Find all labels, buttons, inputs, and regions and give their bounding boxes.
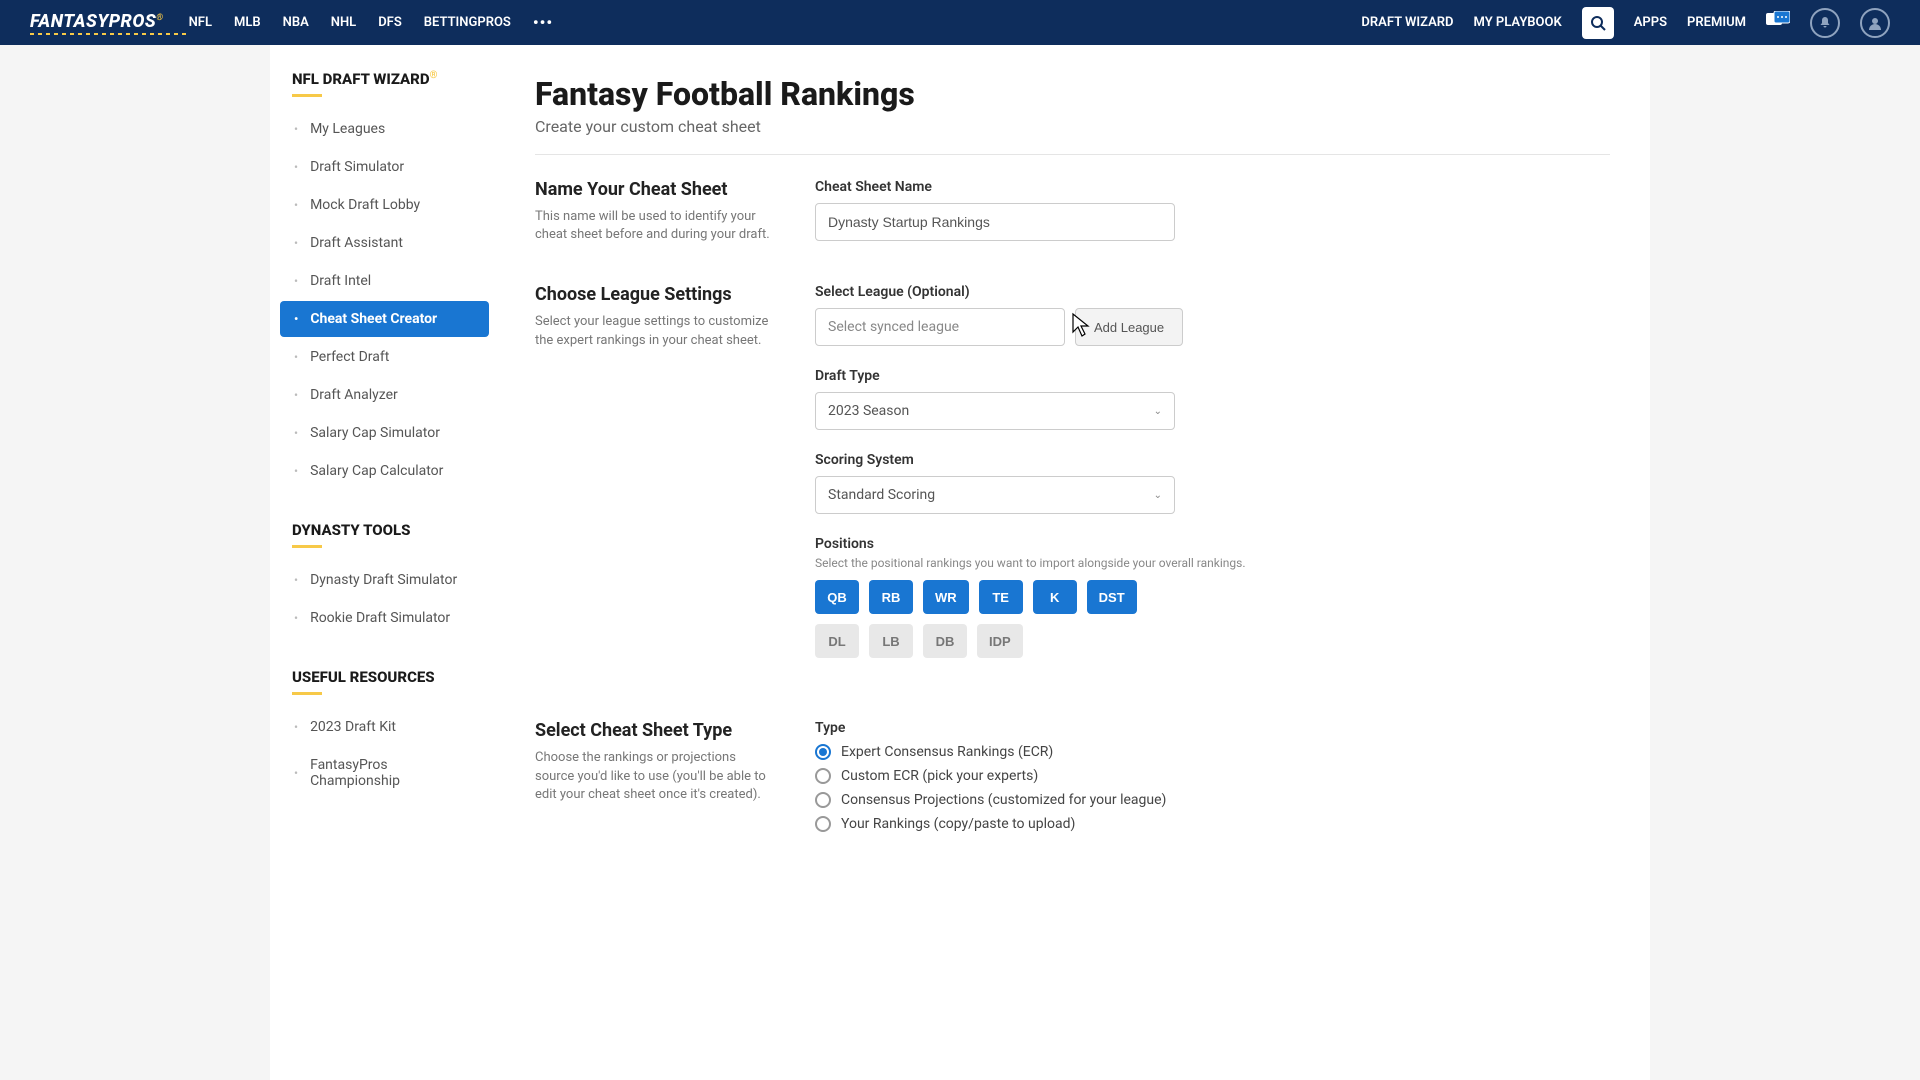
select-league-label: Select League (Optional) — [815, 284, 1515, 300]
section-type: Select Cheat Sheet Type Choose the ranki… — [535, 720, 1610, 840]
sidebar-group-draft-wizard: NFL DRAFT WIZARD® My Leagues Draft Simul… — [280, 70, 495, 489]
radio-custom-ecr[interactable]: Custom ECR (pick your experts) — [815, 768, 1515, 784]
sidebar-title: DYNASTY TOOLS — [280, 521, 495, 539]
cheat-sheet-name-input[interactable] — [815, 203, 1175, 241]
nav-mlb[interactable]: MLB — [234, 15, 261, 30]
position-rb[interactable]: RB — [869, 580, 913, 614]
draft-type-dropdown[interactable]: 2023 Season ⌄ — [815, 392, 1175, 430]
radio-icon — [815, 744, 831, 760]
section-league: Choose League Settings Select your leagu… — [535, 284, 1610, 680]
add-league-button[interactable]: Add League — [1075, 308, 1183, 346]
sidebar-item-perfect-draft[interactable]: Perfect Draft — [280, 339, 489, 375]
position-qb[interactable]: QB — [815, 580, 859, 614]
positions-hint: Select the positional rankings you want … — [815, 556, 1515, 570]
chat-icon[interactable] — [1766, 11, 1790, 35]
sidebar-item-salary-cap-simulator[interactable]: Salary Cap Simulator — [280, 415, 489, 451]
draft-type-label: Draft Type — [815, 368, 1515, 384]
nav-dfs[interactable]: DFS — [378, 15, 402, 30]
section-title: Name Your Cheat Sheet — [535, 179, 775, 200]
type-label: Type — [815, 720, 1515, 736]
scoring-dropdown[interactable]: Standard Scoring ⌄ — [815, 476, 1175, 514]
draft-type-value: 2023 Season — [828, 403, 909, 419]
position-dl[interactable]: DL — [815, 624, 859, 658]
section-title: Select Cheat Sheet Type — [535, 720, 775, 741]
chevron-down-icon: ⌄ — [1154, 490, 1162, 501]
sidebar-item-rookie-draft-simulator[interactable]: Rookie Draft Simulator — [280, 600, 489, 636]
nav-my-playbook[interactable]: MY PLAYBOOK — [1474, 15, 1562, 30]
top-nav: FANTASYPROS® NFL MLB NBA NHL DFS BETTING… — [0, 0, 1920, 45]
search-button[interactable] — [1582, 7, 1614, 39]
scoring-label: Scoring System — [815, 452, 1515, 468]
sidebar: NFL DRAFT WIZARD® My Leagues Draft Simul… — [270, 45, 495, 1080]
radio-label: Custom ECR (pick your experts) — [841, 768, 1038, 784]
sidebar-item-my-leagues[interactable]: My Leagues — [280, 111, 489, 147]
radio-ecr[interactable]: Expert Consensus Rankings (ECR) — [815, 744, 1515, 760]
logo[interactable]: FANTASYPROS® — [30, 11, 189, 35]
sidebar-item-draft-assistant[interactable]: Draft Assistant — [280, 225, 489, 261]
section-desc: Choose the rankings or projections sourc… — [535, 749, 775, 804]
nav-draft-wizard[interactable]: DRAFT WIZARD — [1361, 15, 1453, 30]
page-subtitle: Create your custom cheat sheet — [535, 117, 1610, 136]
page-title: Fantasy Football Rankings — [535, 75, 1610, 113]
positions-label: Positions — [815, 536, 1515, 552]
sidebar-group-resources: USEFUL RESOURCES 2023 Draft Kit FantasyP… — [280, 668, 495, 799]
search-icon — [1590, 15, 1606, 31]
radio-label: Expert Consensus Rankings (ECR) — [841, 744, 1053, 760]
position-lb[interactable]: LB — [869, 624, 913, 658]
sidebar-title: USEFUL RESOURCES — [280, 668, 495, 686]
main-content: Fantasy Football Rankings Create your cu… — [495, 45, 1650, 1080]
radio-icon — [815, 768, 831, 784]
cheat-sheet-name-label: Cheat Sheet Name — [815, 179, 1515, 195]
sidebar-item-championship[interactable]: FantasyPros Championship — [280, 747, 489, 799]
scoring-value: Standard Scoring — [828, 487, 935, 503]
section-name: Name Your Cheat Sheet This name will be … — [535, 179, 1610, 244]
radio-icon — [815, 792, 831, 808]
select-league-placeholder: Select synced league — [828, 319, 959, 335]
select-league-dropdown[interactable]: Select synced league — [815, 308, 1065, 346]
sidebar-item-draft-kit[interactable]: 2023 Draft Kit — [280, 709, 489, 745]
sidebar-item-dynasty-draft-simulator[interactable]: Dynasty Draft Simulator — [280, 562, 489, 598]
sidebar-title: NFL DRAFT WIZARD® — [280, 70, 495, 88]
section-desc: Select your league settings to customize… — [535, 313, 775, 349]
position-wr[interactable]: WR — [923, 580, 969, 614]
section-desc: This name will be used to identify your … — [535, 208, 775, 244]
position-dst[interactable]: DST — [1087, 580, 1137, 614]
nav-nba[interactable]: NBA — [283, 15, 309, 30]
notifications-icon[interactable] — [1810, 8, 1840, 38]
position-idp[interactable]: IDP — [977, 624, 1023, 658]
chevron-down-icon: ⌄ — [1154, 406, 1162, 417]
position-db[interactable]: DB — [923, 624, 967, 658]
account-icon[interactable] — [1860, 8, 1890, 38]
nav-more-icon[interactable]: ••• — [533, 13, 553, 32]
sidebar-item-draft-analyzer[interactable]: Draft Analyzer — [280, 377, 489, 413]
section-title: Choose League Settings — [535, 284, 775, 305]
position-k[interactable]: K — [1033, 580, 1077, 614]
sidebar-item-mock-draft-lobby[interactable]: Mock Draft Lobby — [280, 187, 489, 223]
sidebar-item-cheat-sheet-creator[interactable]: Cheat Sheet Creator — [280, 301, 489, 337]
radio-icon — [815, 816, 831, 832]
radio-consensus-projections[interactable]: Consensus Projections (customized for yo… — [815, 792, 1515, 808]
radio-label: Consensus Projections (customized for yo… — [841, 792, 1166, 808]
sidebar-item-salary-cap-calculator[interactable]: Salary Cap Calculator — [280, 453, 489, 489]
sidebar-item-draft-simulator[interactable]: Draft Simulator — [280, 149, 489, 185]
sidebar-group-dynasty: DYNASTY TOOLS Dynasty Draft Simulator Ro… — [280, 521, 495, 636]
radio-your-rankings[interactable]: Your Rankings (copy/paste to upload) — [815, 816, 1515, 832]
nav-bettingpros[interactable]: BETTINGPROS — [424, 15, 511, 30]
nav-apps[interactable]: APPS — [1634, 15, 1667, 30]
nav-premium[interactable]: PREMIUM — [1687, 15, 1746, 30]
radio-label: Your Rankings (copy/paste to upload) — [841, 816, 1075, 832]
sidebar-item-draft-intel[interactable]: Draft Intel — [280, 263, 489, 299]
position-te[interactable]: TE — [979, 580, 1023, 614]
nav-nfl[interactable]: NFL — [189, 15, 212, 30]
nav-nhl[interactable]: NHL — [331, 15, 356, 30]
divider — [535, 154, 1610, 155]
